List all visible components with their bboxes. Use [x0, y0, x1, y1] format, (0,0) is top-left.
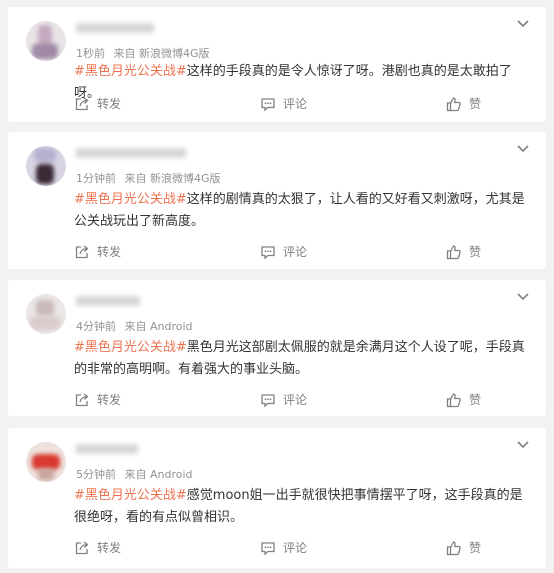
- post-source: 来自 新浪微博4G版: [113, 47, 210, 60]
- forward-button[interactable]: 转发: [74, 95, 121, 112]
- avatar[interactable]: [26, 146, 66, 186]
- post-source: 来自 Android: [124, 468, 193, 481]
- post-meta: 1秒前 来自 新浪微博4G版: [76, 45, 215, 61]
- forward-button[interactable]: 转发: [74, 243, 121, 260]
- weibo-comment-feed: 1秒前 来自 新浪微博4G版 #黑色月光公关战#这样的手段真的是令人惊讶了呀。港…: [0, 0, 554, 573]
- comment-button[interactable]: 评论: [260, 243, 307, 260]
- comment-label: 评论: [283, 393, 308, 407]
- thumbs-up-icon: [446, 96, 461, 111]
- forward-label: 转发: [97, 393, 122, 407]
- post-source: 来自 新浪微博4G版: [124, 172, 221, 185]
- post-time: 1秒前: [76, 47, 105, 60]
- comment-button[interactable]: 评论: [260, 391, 307, 408]
- post-time: 1分钟前: [76, 172, 116, 185]
- comment-card: 4分钟前 来自 Android #黑色月光公关战#黑色月光这部剧太佩服的就是余满…: [8, 280, 546, 416]
- thumbs-up-icon: [446, 244, 461, 259]
- comment-card: 1分钟前 来自 新浪微博4G版 #黑色月光公关战#这样的剧情真的太狠了，让人看的…: [8, 132, 546, 269]
- username[interactable]: [76, 23, 154, 33]
- post-source: 来自 Android: [124, 320, 193, 333]
- username[interactable]: [76, 444, 138, 454]
- post-time: 4分钟前: [76, 320, 116, 333]
- post-meta: 5分钟前 来自 Android: [76, 466, 198, 482]
- forward-icon: [75, 392, 89, 406]
- like-button[interactable]: 赞: [446, 391, 481, 408]
- hashtag-link[interactable]: #黑色月光公关战#: [74, 488, 187, 503]
- action-bar: 转发 评论 赞: [74, 539, 546, 559]
- action-bar: 转发 评论 赞: [74, 95, 546, 115]
- forward-label: 转发: [97, 97, 122, 111]
- hashtag-link[interactable]: #黑色月光公关战#: [74, 340, 187, 355]
- comment-card: 1秒前 来自 新浪微博4G版 #黑色月光公关战#这样的手段真的是令人惊讶了呀。港…: [8, 7, 546, 122]
- forward-label: 转发: [97, 541, 122, 555]
- forward-button[interactable]: 转发: [74, 539, 121, 556]
- comment-button[interactable]: 评论: [260, 539, 307, 556]
- comment-icon: [261, 97, 275, 111]
- comment-icon: [261, 541, 275, 555]
- like-button[interactable]: 赞: [446, 539, 481, 556]
- forward-icon: [75, 540, 89, 554]
- avatar[interactable]: [26, 294, 66, 334]
- post-time: 5分钟前: [76, 468, 116, 481]
- comment-card: 5分钟前 来自 Android #黑色月光公关战#感觉moon姐一出手就很快把事…: [8, 428, 546, 568]
- hashtag-link[interactable]: #黑色月光公关战#: [74, 64, 187, 79]
- chevron-down-icon[interactable]: [516, 440, 530, 450]
- like-label: 赞: [469, 541, 482, 555]
- avatar[interactable]: [26, 442, 66, 482]
- forward-button[interactable]: 转发: [74, 391, 121, 408]
- like-label: 赞: [469, 393, 482, 407]
- comment-icon: [261, 245, 275, 259]
- forward-icon: [75, 244, 89, 258]
- like-button[interactable]: 赞: [446, 243, 481, 260]
- avatar[interactable]: [26, 21, 66, 61]
- username[interactable]: [76, 148, 186, 158]
- post-text: #黑色月光公关战#感觉moon姐一出手就很快把事情摆平了呀，这手段真的是很绝呀，…: [74, 485, 528, 529]
- chevron-down-icon[interactable]: [516, 144, 530, 154]
- post-text: #黑色月光公关战#黑色月光这部剧太佩服的就是余满月这个人设了呢，手段真的非常的高…: [74, 337, 528, 381]
- comment-label: 评论: [283, 245, 308, 259]
- action-bar: 转发 评论 赞: [74, 391, 546, 411]
- comment-icon: [261, 393, 275, 407]
- chevron-down-icon[interactable]: [516, 292, 530, 302]
- hashtag-link[interactable]: #黑色月光公关战#: [74, 192, 187, 207]
- comment-button[interactable]: 评论: [260, 95, 307, 112]
- like-label: 赞: [469, 97, 482, 111]
- chevron-down-icon[interactable]: [516, 19, 530, 29]
- forward-icon: [75, 96, 89, 110]
- post-meta: 1分钟前 来自 新浪微博4G版: [76, 170, 226, 186]
- action-bar: 转发 评论 赞: [74, 243, 546, 263]
- forward-label: 转发: [97, 245, 122, 259]
- post-meta: 4分钟前 来自 Android: [76, 318, 198, 334]
- thumbs-up-icon: [446, 392, 461, 407]
- like-label: 赞: [469, 245, 482, 259]
- thumbs-up-icon: [446, 540, 461, 555]
- username[interactable]: [76, 296, 140, 306]
- comment-label: 评论: [283, 541, 308, 555]
- like-button[interactable]: 赞: [446, 95, 481, 112]
- post-text: #黑色月光公关战#这样的剧情真的太狠了，让人看的又好看又刺激呀，尤其是公关战玩出…: [74, 189, 528, 233]
- comment-label: 评论: [283, 97, 308, 111]
